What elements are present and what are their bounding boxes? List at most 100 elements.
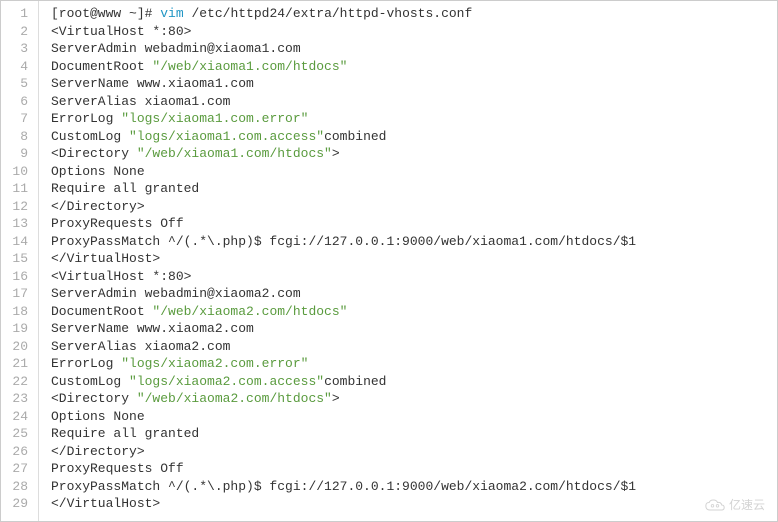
line-number: 20 bbox=[1, 338, 38, 356]
code-token: Require all granted bbox=[51, 426, 199, 441]
code-token: ServerName www.xiaoma1.com bbox=[51, 76, 254, 91]
code-token: DocumentRoot bbox=[51, 59, 152, 74]
line-number: 5 bbox=[1, 75, 38, 93]
line-number: 3 bbox=[1, 40, 38, 58]
line-number: 21 bbox=[1, 355, 38, 373]
code-line: CustomLog "logs/xiaoma1.com.access"combi… bbox=[51, 128, 777, 146]
line-number: 2 bbox=[1, 23, 38, 41]
code-area[interactable]: [root@www ~]# vim /etc/httpd24/extra/htt… bbox=[39, 1, 777, 521]
code-token: ProxyRequests Off bbox=[51, 216, 184, 231]
watermark-text: 亿速云 bbox=[729, 496, 765, 513]
code-token: ProxyRequests Off bbox=[51, 461, 184, 476]
code-token: "logs/xiaoma1.com.access" bbox=[129, 129, 324, 144]
code-token: Require all granted bbox=[51, 181, 199, 196]
code-token: ServerAdmin webadmin@xiaoma1.com bbox=[51, 41, 301, 56]
code-token: "/web/xiaoma2.com/htdocs" bbox=[152, 304, 347, 319]
line-number: 8 bbox=[1, 128, 38, 146]
line-number: 7 bbox=[1, 110, 38, 128]
code-line: </VirtualHost> bbox=[51, 495, 777, 513]
code-block: 1234567891011121314151617181920212223242… bbox=[1, 1, 777, 521]
code-line: ProxyRequests Off bbox=[51, 215, 777, 233]
code-line: ServerAlias xiaoma1.com bbox=[51, 93, 777, 111]
code-token: ErrorLog bbox=[51, 111, 121, 126]
code-token: ServerAdmin webadmin@xiaoma2.com bbox=[51, 286, 301, 301]
code-line: <Directory "/web/xiaoma1.com/htdocs"> bbox=[51, 145, 777, 163]
code-token: Options None bbox=[51, 409, 145, 424]
code-line: ServerAdmin webadmin@xiaoma2.com bbox=[51, 285, 777, 303]
code-line: DocumentRoot "/web/xiaoma1.com/htdocs" bbox=[51, 58, 777, 76]
code-token: CustomLog bbox=[51, 374, 129, 389]
code-token: combined bbox=[324, 374, 386, 389]
code-token: </Directory> bbox=[51, 199, 145, 214]
code-line: [root@www ~]# vim /etc/httpd24/extra/htt… bbox=[51, 5, 777, 23]
code-token: CustomLog bbox=[51, 129, 129, 144]
code-token: <VirtualHost *:80> bbox=[51, 269, 191, 284]
code-token: ServerName www.xiaoma2.com bbox=[51, 321, 254, 336]
line-number: 25 bbox=[1, 425, 38, 443]
code-token: ProxyPassMatch ^/(.*\.php)$ fcgi://127.0… bbox=[51, 234, 636, 249]
code-line: Options None bbox=[51, 163, 777, 181]
code-line: ErrorLog "logs/xiaoma1.com.error" bbox=[51, 110, 777, 128]
line-number: 28 bbox=[1, 478, 38, 496]
line-number: 12 bbox=[1, 198, 38, 216]
line-number: 19 bbox=[1, 320, 38, 338]
line-number: 18 bbox=[1, 303, 38, 321]
code-line: <VirtualHost *:80> bbox=[51, 23, 777, 41]
code-token: combined bbox=[324, 129, 386, 144]
code-line: </VirtualHost> bbox=[51, 250, 777, 268]
code-token: Options None bbox=[51, 164, 145, 179]
line-number: 23 bbox=[1, 390, 38, 408]
code-token: [root@www ~]# bbox=[51, 6, 152, 21]
code-line: Require all granted bbox=[51, 180, 777, 198]
line-number: 16 bbox=[1, 268, 38, 286]
code-token: ServerAlias xiaoma2.com bbox=[51, 339, 230, 354]
line-number: 24 bbox=[1, 408, 38, 426]
code-token: > bbox=[332, 391, 340, 406]
code-token: "/web/xiaoma1.com/htdocs" bbox=[137, 146, 332, 161]
line-number: 29 bbox=[1, 495, 38, 513]
code-line: ProxyRequests Off bbox=[51, 460, 777, 478]
code-token: "/web/xiaoma2.com/htdocs" bbox=[137, 391, 332, 406]
code-line: ProxyPassMatch ^/(.*\.php)$ fcgi://127.0… bbox=[51, 233, 777, 251]
line-number: 15 bbox=[1, 250, 38, 268]
code-token: </VirtualHost> bbox=[51, 496, 160, 511]
code-line: ServerAlias xiaoma2.com bbox=[51, 338, 777, 356]
line-number: 1 bbox=[1, 5, 38, 23]
code-token: <Directory bbox=[51, 391, 137, 406]
line-number: 11 bbox=[1, 180, 38, 198]
code-line: </Directory> bbox=[51, 443, 777, 461]
line-number: 13 bbox=[1, 215, 38, 233]
code-token: DocumentRoot bbox=[51, 304, 152, 319]
line-number-gutter: 1234567891011121314151617181920212223242… bbox=[1, 1, 39, 521]
code-line: ServerName www.xiaoma1.com bbox=[51, 75, 777, 93]
code-line: <VirtualHost *:80> bbox=[51, 268, 777, 286]
code-token: "logs/xiaoma2.com.access" bbox=[129, 374, 324, 389]
watermark: 亿速云 bbox=[705, 496, 765, 513]
code-line: ServerName www.xiaoma2.com bbox=[51, 320, 777, 338]
code-line: Require all granted bbox=[51, 425, 777, 443]
code-token: ErrorLog bbox=[51, 356, 121, 371]
code-token: <Directory bbox=[51, 146, 137, 161]
code-token: /etc/httpd24/extra/httpd-vhosts.conf bbox=[184, 6, 473, 21]
code-token: vim bbox=[160, 6, 183, 21]
code-token: <VirtualHost *:80> bbox=[51, 24, 191, 39]
code-line: CustomLog "logs/xiaoma2.com.access"combi… bbox=[51, 373, 777, 391]
line-number: 9 bbox=[1, 145, 38, 163]
code-token: "logs/xiaoma1.com.error" bbox=[121, 111, 308, 126]
line-number: 14 bbox=[1, 233, 38, 251]
code-line: ProxyPassMatch ^/(.*\.php)$ fcgi://127.0… bbox=[51, 478, 777, 496]
line-number: 4 bbox=[1, 58, 38, 76]
line-number: 26 bbox=[1, 443, 38, 461]
code-line: </Directory> bbox=[51, 198, 777, 216]
cloud-icon bbox=[705, 499, 725, 511]
code-token: ServerAlias xiaoma1.com bbox=[51, 94, 230, 109]
code-token: "logs/xiaoma2.com.error" bbox=[121, 356, 308, 371]
code-line: <Directory "/web/xiaoma2.com/htdocs"> bbox=[51, 390, 777, 408]
code-line: ErrorLog "logs/xiaoma2.com.error" bbox=[51, 355, 777, 373]
line-number: 6 bbox=[1, 93, 38, 111]
code-token: > bbox=[332, 146, 340, 161]
line-number: 27 bbox=[1, 460, 38, 478]
code-token: "/web/xiaoma1.com/htdocs" bbox=[152, 59, 347, 74]
code-line: Options None bbox=[51, 408, 777, 426]
code-line: DocumentRoot "/web/xiaoma2.com/htdocs" bbox=[51, 303, 777, 321]
